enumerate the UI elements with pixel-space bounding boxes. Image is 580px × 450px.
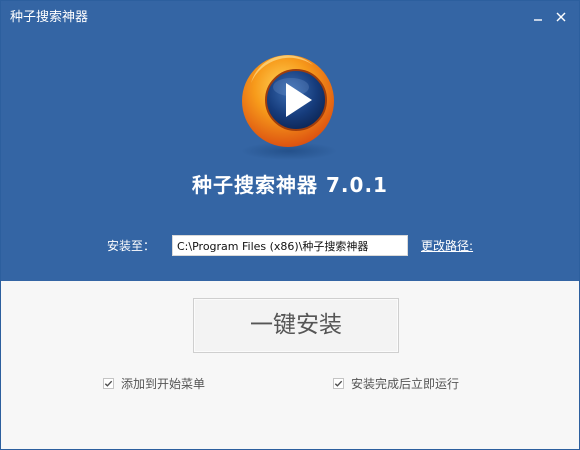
header-panel: 种子搜索神器 种子搜索神器 7.0.1 安装至： C:\Program File… [1,1,579,281]
minimize-button[interactable] [528,7,548,27]
add-start-menu-option[interactable]: 添加到开始菜单 [103,374,205,392]
minimize-icon [534,19,542,21]
add-start-menu-label: 添加到开始菜单 [121,376,206,391]
checkbox-checked-icon[interactable] [333,377,344,389]
install-path-label: 安装至： [107,239,156,253]
installer-window: 种子搜索神器 种子搜索神器 7.0.1 安装至： C:\Program File… [0,0,580,450]
app-logo [233,53,345,163]
install-path-input[interactable] [172,235,408,256]
run-after-install-label: 安装完成后立即运行 [351,376,460,391]
install-button[interactable]: 一键安装 [193,298,399,353]
run-after-install-option[interactable]: 安装完成后立即运行 [333,374,459,392]
change-path-link[interactable]: 更改路径: [421,237,473,255]
close-icon [556,12,566,22]
app-name-version: 种子搜索神器 7.0.1 [192,173,388,197]
checkbox-checked-icon[interactable] [103,377,114,389]
window-title: 种子搜索神器 [10,10,89,25]
close-button[interactable] [551,7,571,27]
play-logo-icon [241,55,337,160]
